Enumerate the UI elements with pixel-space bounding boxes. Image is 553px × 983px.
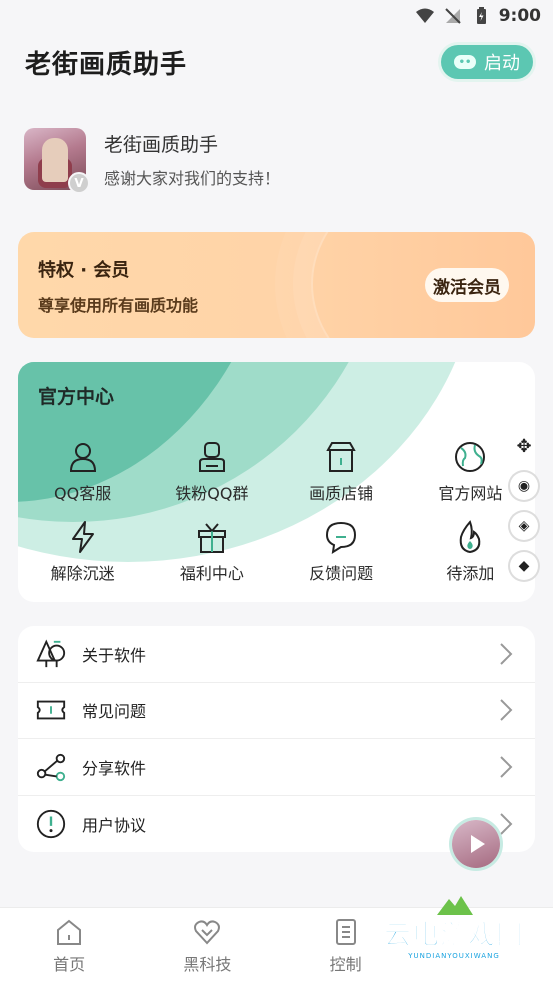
grid-item-store[interactable]: 画质店铺	[277, 432, 406, 512]
chevron-right-icon	[500, 699, 513, 721]
ticket-icon	[34, 693, 68, 727]
signal-off-icon	[443, 6, 463, 26]
grid-item-label: 待添加	[446, 564, 495, 583]
target-icon[interactable]: ◆	[510, 552, 538, 580]
gift-icon	[197, 523, 226, 553]
side-toolbar: ✥ ◉ ◈ ◆	[509, 432, 539, 580]
grid-item-welfare[interactable]: 福利中心	[147, 512, 276, 592]
chevron-right-icon	[500, 643, 513, 665]
menu-item-about[interactable]: 关于软件	[18, 626, 535, 683]
home-icon	[57, 919, 82, 945]
menu-item-share[interactable]: 分享软件	[18, 739, 535, 796]
group-user-icon	[198, 442, 225, 472]
status-time: 9:00	[498, 6, 541, 26]
nav-item-label: 控制	[329, 954, 362, 974]
profile-name: 老街画质助手	[104, 133, 219, 156]
page-title: 老街画质助手	[25, 49, 188, 80]
floating-video-button[interactable]	[452, 820, 500, 868]
profile-section: V 老街画质助手 感谢大家对我们的支持！	[24, 126, 533, 194]
menu-item-label: 常见问题	[82, 702, 147, 722]
chevron-right-icon	[500, 756, 513, 778]
nav-item-label: 首页	[53, 954, 86, 974]
play-icon	[471, 835, 485, 853]
user-icon	[69, 443, 96, 472]
official-center-card: 官方中心 QQ客服 铁粉QQ群 画质店铺 官方网站 解除沉迷 福利中心 反馈问题	[18, 362, 535, 602]
target-icon[interactable]: ◉	[510, 472, 538, 500]
battery-icon	[471, 6, 491, 26]
move-icon[interactable]: ✥	[510, 432, 538, 460]
menu-item-label: 关于软件	[82, 645, 147, 665]
official-center-grid: QQ客服 铁粉QQ群 画质店铺 官方网站 解除沉迷 福利中心 反馈问题 待添加	[18, 432, 535, 592]
globe-icon	[455, 442, 486, 472]
target-icon[interactable]: ◈	[510, 512, 538, 540]
chat-bubble-icon	[326, 521, 357, 554]
watermark-subtext: YUNDIANYOUXIWANG	[408, 951, 500, 960]
launch-button-label: 启动	[484, 53, 520, 74]
grid-item-feedback[interactable]: 反馈问题	[277, 512, 406, 592]
official-center-title: 官方中心	[38, 386, 115, 408]
grid-item-label: QQ客服	[54, 484, 112, 503]
flame-icon	[460, 520, 481, 554]
wifi-icon	[415, 6, 435, 26]
launch-button[interactable]: •• 启动	[441, 45, 533, 79]
chevron-right-icon	[500, 813, 513, 835]
mountain-logo-icon	[437, 896, 473, 915]
grid-item-label: 铁粉QQ群	[175, 484, 249, 503]
nav-item-label: 黑科技	[183, 954, 232, 974]
grid-item-label: 画质店铺	[309, 484, 374, 503]
menu-item-faq[interactable]: 常见问题	[18, 683, 535, 739]
nav-item-home[interactable]: 首页	[0, 908, 138, 983]
grid-item-qq-service[interactable]: QQ客服	[18, 432, 147, 512]
avatar[interactable]: V	[24, 128, 90, 194]
vip-card: 特权 · 会员 尊享使用所有画质功能 激活会员	[18, 232, 535, 338]
status-bar: 9:00	[0, 0, 553, 32]
share-icon	[34, 750, 68, 784]
app-header: 老街画质助手 •• 启动	[25, 38, 533, 86]
profile-subtitle: 感谢大家对我们的支持！	[104, 168, 281, 188]
menu-list: 关于软件 常见问题 分享软件 用户协议	[18, 626, 535, 852]
document-icon	[335, 918, 356, 945]
lightning-icon	[71, 521, 94, 553]
grid-item-anti-addiction[interactable]: 解除沉迷	[18, 512, 147, 592]
activate-vip-button[interactable]: 激活会员	[425, 268, 509, 302]
grid-item-fan-group[interactable]: 铁粉QQ群	[147, 432, 276, 512]
alert-circle-icon	[34, 807, 68, 841]
grid-item-label: 解除沉迷	[50, 564, 115, 583]
heart-icon	[194, 919, 221, 944]
grid-item-label: 官方网站	[438, 484, 503, 503]
vip-badge-icon: V	[68, 172, 90, 194]
avatar-figure-head	[42, 138, 68, 182]
grid-item-label: 反馈问题	[309, 564, 374, 583]
nav-item-black-tech[interactable]: 黑科技	[138, 908, 276, 983]
grid-item-label: 福利中心	[179, 564, 244, 583]
tree-icon	[34, 637, 68, 671]
gamepad-icon: ••	[454, 55, 476, 69]
watermark-logo: 云电游戏网 YUNDIANYOUXIWANG	[369, 896, 539, 965]
store-icon	[326, 442, 356, 472]
watermark-text: 云电游戏网	[384, 919, 524, 951]
menu-item-label: 分享软件	[82, 758, 147, 778]
menu-item-label: 用户协议	[82, 815, 147, 835]
profile-text: 老街画质助手 感谢大家对我们的支持！	[104, 130, 280, 189]
